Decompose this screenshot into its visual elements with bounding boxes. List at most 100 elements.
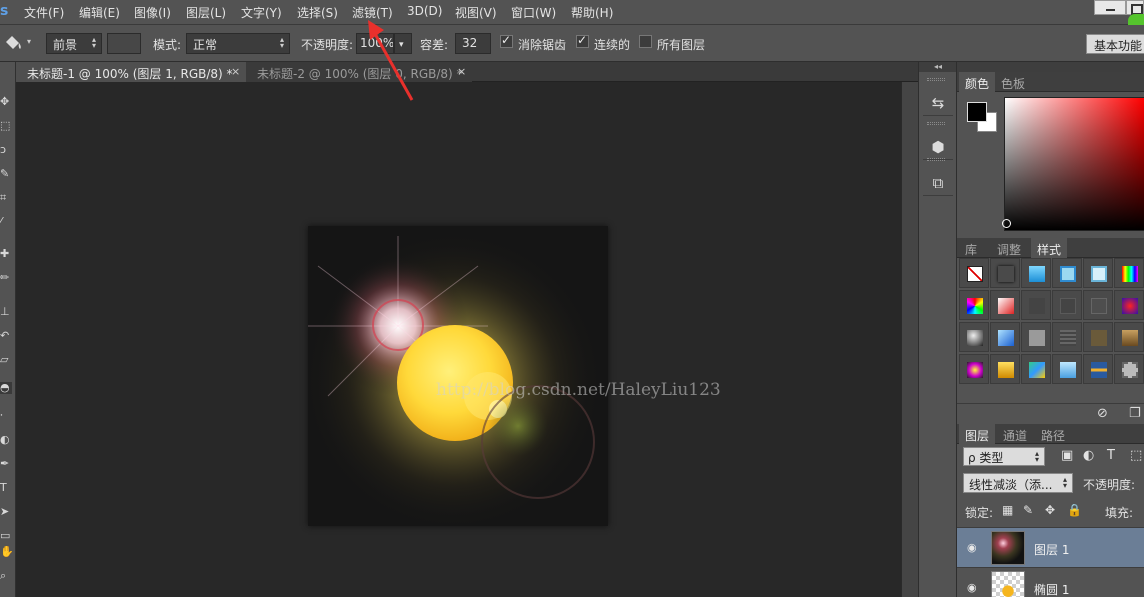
history-panel-icon[interactable]: ⇆ (923, 82, 953, 116)
close-icon[interactable]: × (231, 65, 240, 78)
menu-select[interactable]: 选择(S) (297, 4, 338, 22)
menu-3d[interactable]: 3D(D) (407, 4, 442, 22)
style-swatch[interactable] (1052, 322, 1082, 352)
eraser-tool-icon[interactable]: ▱ (0, 354, 12, 366)
menu-help[interactable]: 帮助(H) (571, 4, 613, 22)
tab-adjustments[interactable]: 调整 (991, 238, 1027, 258)
tab-libraries[interactable]: 库 (959, 238, 983, 258)
style-swatch[interactable] (1083, 322, 1113, 352)
layer-row-ellipse-1[interactable]: ◉ 椭圆 1 (957, 567, 1144, 597)
lasso-tool-icon[interactable]: ↄ (0, 144, 12, 156)
tab-document-2[interactable]: 未标题-2 @ 100% (图层 0, RGB/8) * (246, 62, 472, 82)
style-swatch[interactable] (1021, 322, 1051, 352)
lock-transparent-pixels-icon[interactable]: ▦ (1002, 503, 1013, 517)
paint-bucket-icon[interactable] (2, 33, 24, 53)
eyedropper-tool-icon[interactable]: ⁄ (0, 216, 12, 228)
adjustment-layer-filter-icon[interactable]: ◐ (1083, 448, 1094, 463)
new-style-icon[interactable]: ❐ (1129, 406, 1141, 421)
menu-file[interactable]: 文件(F) (24, 4, 64, 22)
fill-source-select[interactable]: 前景 ▴ ▾ (46, 33, 102, 54)
collapse-panels-icon[interactable]: ◂◂ (919, 62, 957, 72)
healing-brush-tool-icon[interactable]: ✚ (0, 248, 12, 260)
tool-preset-chevron-icon[interactable]: ▾ (27, 37, 31, 46)
panel-grip[interactable] (927, 158, 945, 161)
menu-view[interactable]: 视图(V) (455, 4, 497, 22)
lock-position-icon[interactable]: ✥ (1045, 503, 1055, 517)
tab-styles[interactable]: 样式 (1031, 238, 1068, 258)
style-swatch[interactable] (1021, 290, 1051, 320)
hand-tool-icon[interactable]: ✋ (0, 546, 12, 558)
type-tool-icon[interactable]: T (0, 482, 12, 494)
opacity-input[interactable]: 100% (356, 33, 394, 54)
close-icon[interactable]: × (457, 65, 466, 78)
style-swatch[interactable] (990, 354, 1020, 384)
style-swatch[interactable] (1083, 354, 1113, 384)
quick-select-tool-icon[interactable]: ✎ (0, 168, 12, 180)
tab-paths[interactable]: 路径 (1035, 424, 1071, 444)
blend-mode-select[interactable]: 线性减淡（添... ▴ ▾ (963, 473, 1073, 493)
pixel-layer-filter-icon[interactable]: ▣ (1061, 448, 1073, 463)
path-select-tool-icon[interactable]: ➤ (0, 506, 12, 518)
tab-layers[interactable]: 图层 (959, 424, 996, 444)
tab-color[interactable]: 颜色 (959, 72, 996, 92)
style-swatch[interactable] (959, 258, 989, 288)
style-swatch[interactable] (1052, 258, 1082, 288)
paint-bucket-tool-icon[interactable]: ◓ (0, 382, 12, 394)
tab-swatches[interactable]: 色板 (995, 72, 1031, 92)
type-layer-filter-icon[interactable]: T (1107, 448, 1115, 463)
style-swatch[interactable] (1083, 290, 1113, 320)
style-swatch[interactable] (1114, 354, 1144, 384)
opacity-dropdown-button[interactable]: ▾ (394, 33, 412, 54)
shape-tool-icon[interactable]: ▭ (0, 530, 12, 542)
style-swatch[interactable] (990, 290, 1020, 320)
panel-grip[interactable] (927, 122, 945, 125)
restore-button[interactable] (1126, 0, 1144, 15)
style-swatch[interactable] (990, 322, 1020, 352)
layer-row-layer-1[interactable]: ◉ 图层 1 (957, 527, 1144, 567)
style-swatch[interactable] (1114, 322, 1144, 352)
panel-grip[interactable] (927, 78, 945, 81)
tab-channels[interactable]: 通道 (997, 424, 1033, 444)
style-swatch[interactable] (1114, 290, 1144, 320)
zoom-tool-icon[interactable]: ⌕ (0, 570, 12, 582)
menu-edit[interactable]: 编辑(E) (79, 4, 120, 22)
workspace-button[interactable]: 基本功能 (1086, 34, 1144, 54)
visibility-eye-icon[interactable]: ◉ (967, 541, 977, 554)
style-swatch[interactable] (959, 322, 989, 352)
style-swatch[interactable] (959, 354, 989, 384)
antialias-checkbox[interactable] (500, 33, 513, 48)
style-swatch[interactable] (1021, 354, 1051, 384)
color-spectrum-picker[interactable] (1004, 97, 1144, 231)
lock-all-icon[interactable]: 🔒 (1067, 503, 1082, 517)
menu-layer[interactable]: 图层(L) (186, 4, 226, 22)
menu-type[interactable]: 文字(Y) (241, 4, 282, 22)
pen-tool-icon[interactable]: ✒ (0, 458, 12, 470)
tolerance-input[interactable]: 32 (455, 33, 491, 54)
style-swatch[interactable] (1083, 258, 1113, 288)
brush-tool-icon[interactable]: ✏ (0, 272, 12, 284)
style-swatch[interactable] (990, 258, 1020, 288)
menu-image[interactable]: 图像(I) (134, 4, 171, 22)
style-swatch[interactable] (1052, 354, 1082, 384)
style-swatch[interactable] (1021, 258, 1051, 288)
style-swatch[interactable] (1114, 258, 1144, 288)
style-swatch[interactable] (1052, 290, 1082, 320)
properties-panel-icon[interactable]: ⧉ (923, 162, 953, 196)
dodge-tool-icon[interactable]: ◐ (0, 434, 12, 446)
visibility-eye-icon[interactable]: ◉ (967, 581, 977, 594)
minimize-button[interactable] (1094, 0, 1126, 15)
canvas-scrollbar[interactable] (901, 82, 918, 597)
pattern-picker[interactable] (107, 33, 141, 54)
style-swatch[interactable] (959, 290, 989, 320)
foreground-color-swatch[interactable] (967, 102, 987, 122)
move-tool-icon[interactable]: ✥ (0, 96, 12, 108)
marquee-tool-icon[interactable]: ⬚ (0, 120, 12, 132)
tab-document-1[interactable]: 未标题-1 @ 100% (图层 1, RGB/8) * (16, 62, 246, 82)
mode-select[interactable]: 正常 ▴ ▾ (186, 33, 290, 54)
clear-style-icon[interactable]: ⊘ (1097, 406, 1108, 421)
crop-tool-icon[interactable]: ⌗ (0, 192, 12, 204)
history-brush-tool-icon[interactable]: ↶ (0, 330, 12, 342)
document-canvas[interactable] (308, 226, 608, 526)
blur-tool-icon[interactable]: ⸱ (0, 410, 12, 422)
menu-filter[interactable]: 滤镜(T) (352, 4, 393, 22)
